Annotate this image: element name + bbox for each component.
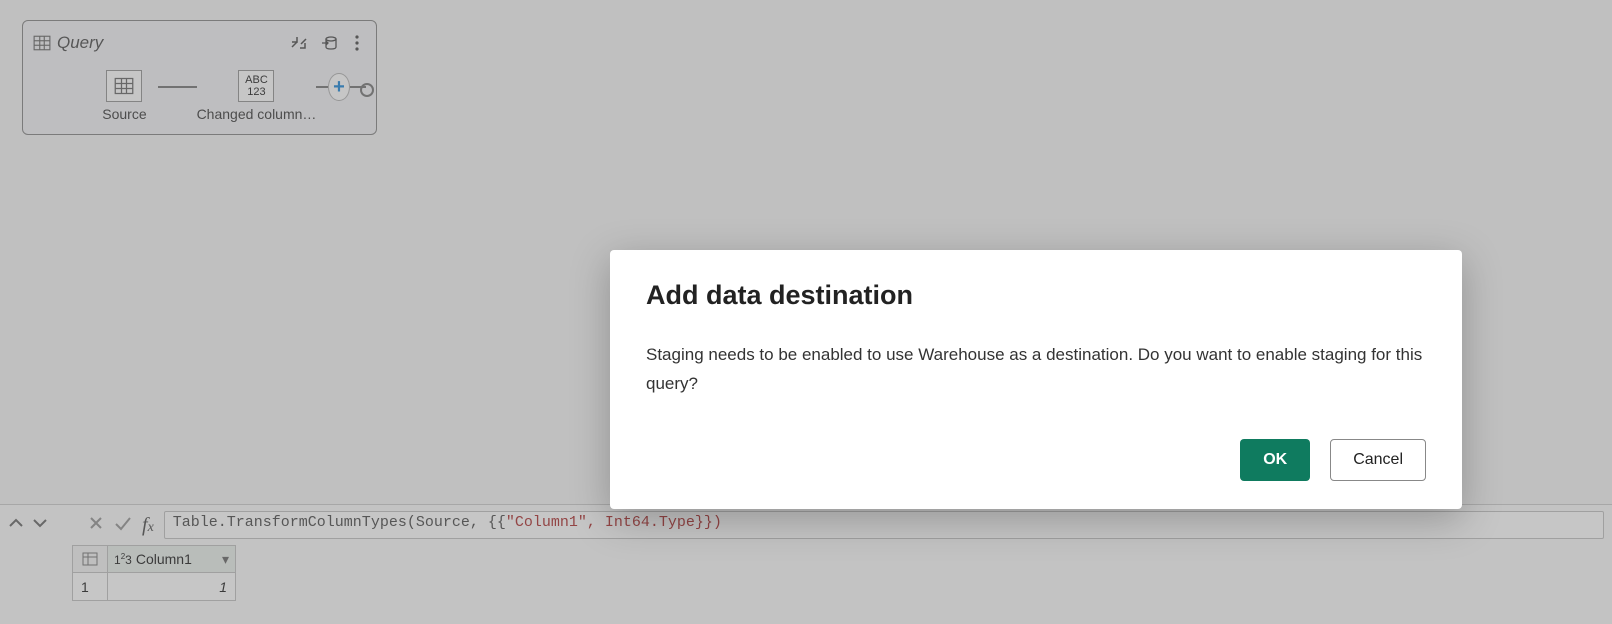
dialog-title: Add data destination [646, 280, 1426, 311]
ok-button[interactable]: OK [1240, 439, 1310, 481]
cancel-button[interactable]: Cancel [1330, 439, 1426, 481]
dialog-body-text: Staging needs to be enabled to use Wareh… [646, 341, 1426, 399]
add-data-destination-dialog: Add data destination Staging needs to be… [610, 250, 1462, 509]
